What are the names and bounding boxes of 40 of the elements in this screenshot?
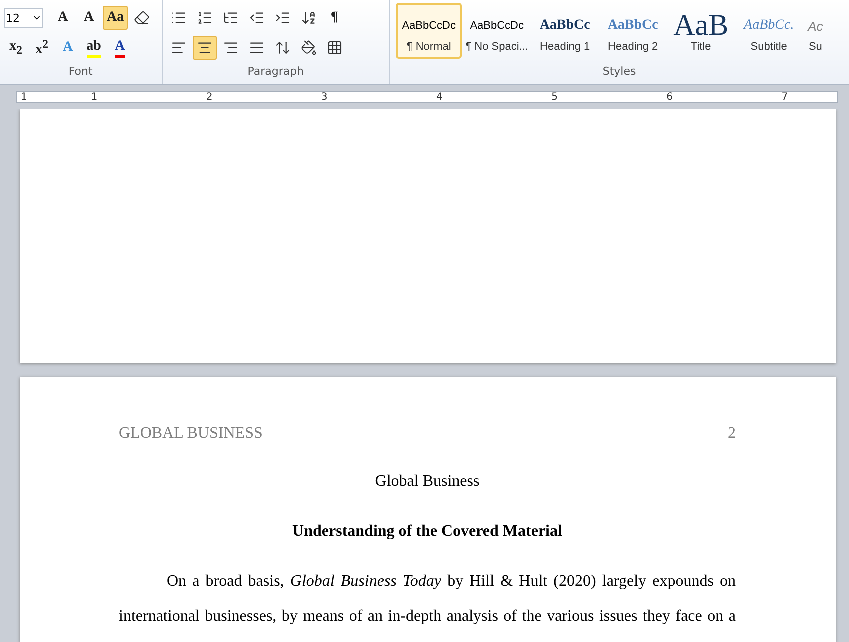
- format-button[interactable]: A: [108, 36, 132, 60]
- decrease-indent-icon: [248, 10, 265, 26]
- multilevel-list-icon: [222, 10, 239, 26]
- font-size-field[interactable]: 12: [4, 8, 43, 28]
- section-heading: Understanding of the Covered Material: [292, 523, 564, 541]
- format-button[interactable]: ¶: [322, 6, 347, 30]
- body-text-line: international businesses, by means of an in-depth analysis of the various issues they face on a: [119, 608, 736, 626]
- group-label: Paragraph: [246, 65, 306, 80]
- sort-icon: [300, 10, 317, 26]
- toolbar-button[interactable]: [192, 36, 217, 60]
- style-gallery-item[interactable]: AaBbCc. Subtitle: [736, 3, 802, 59]
- style-gallery-item[interactable]: AaBbCcDc ¶ No Spaci...: [464, 3, 530, 59]
- style-gallery-item[interactable]: Ac Su: [804, 3, 828, 59]
- format-button[interactable]: A: [77, 6, 101, 30]
- style-gallery-item[interactable]: AaBbCc Heading 2: [600, 3, 666, 59]
- style-gallery-item[interactable]: AaBbCc Heading 1: [532, 3, 598, 59]
- style-gallery-item[interactable]: AaBbCcDc ¶ Normal: [396, 3, 462, 59]
- running-header: GLOBAL BUSINESS: [119, 425, 263, 443]
- page-number: 2: [728, 425, 736, 443]
- document-title: Global Business: [374, 473, 481, 491]
- increase-indent-icon: [274, 10, 291, 26]
- line-spacing-icon: [274, 40, 291, 56]
- format-button[interactable]: A: [51, 6, 75, 30]
- align-center-icon: [196, 40, 213, 56]
- paint-bucket-icon: [300, 40, 317, 56]
- format-button[interactable]: x$_{2}$: [4, 36, 28, 60]
- eraser-icon: [134, 10, 150, 26]
- numbered-list-icon: [196, 10, 213, 26]
- body-text-line: On a broad basis, Global Business Today by Hill & Hult (2020) largely expounds on: [166, 573, 736, 591]
- format-button[interactable]: x$^{2}$: [30, 36, 54, 60]
- align-right-icon: [222, 40, 239, 56]
- format-button[interactable]: Aa: [103, 6, 128, 30]
- group-label: Styles: [602, 65, 638, 80]
- align-left-icon: [170, 40, 187, 56]
- justify-icon: [248, 40, 265, 56]
- style-gallery-item[interactable]: AaB Title: [668, 3, 734, 59]
- ruler: 1 1 2 3 4 5 6 7: [16, 91, 838, 103]
- group-label: Font: [68, 65, 94, 80]
- borders-grid-icon: [326, 40, 343, 56]
- format-button[interactable]: ab: [82, 36, 106, 60]
